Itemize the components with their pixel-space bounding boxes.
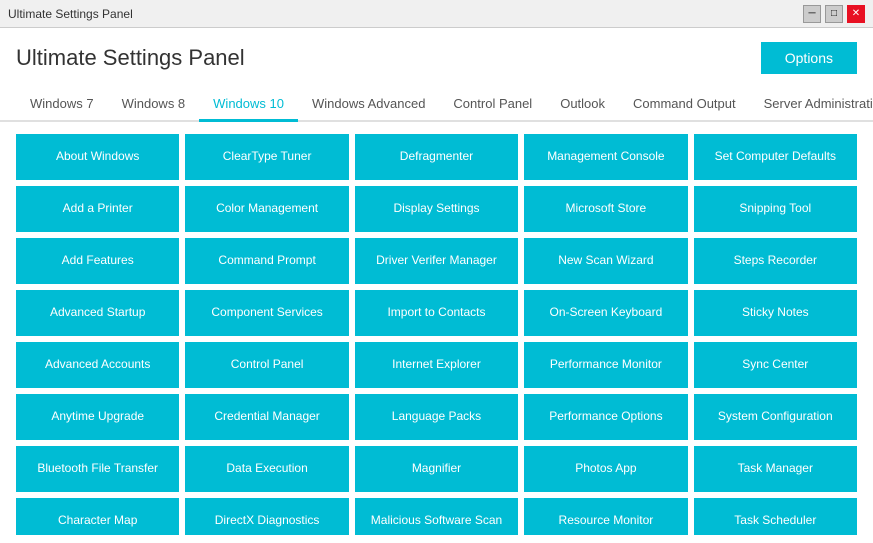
tab-win8[interactable]: Windows 8 (108, 88, 200, 122)
grid-button-34[interactable]: Task Manager (694, 446, 857, 492)
grid-button-30[interactable]: Bluetooth File Transfer (16, 446, 179, 492)
grid-button-32[interactable]: Magnifier (355, 446, 518, 492)
grid-area: About WindowsClearType TunerDefragmenter… (0, 122, 873, 535)
grid-button-9[interactable]: Snipping Tool (694, 186, 857, 232)
tab-controlpanel[interactable]: Control Panel (439, 88, 546, 122)
grid-button-24[interactable]: Sync Center (694, 342, 857, 388)
title-bar-text: Ultimate Settings Panel (8, 7, 133, 21)
minimize-button[interactable]: ─ (803, 5, 821, 23)
grid-button-12[interactable]: Driver Verifer Manager (355, 238, 518, 284)
title-bar-controls: ─ □ ✕ (803, 5, 865, 23)
grid-button-19[interactable]: Sticky Notes (694, 290, 857, 336)
tab-cmdoutput[interactable]: Command Output (619, 88, 750, 122)
app-title: Ultimate Settings Panel (16, 45, 245, 71)
grid-button-8[interactable]: Microsoft Store (524, 186, 687, 232)
grid-button-0[interactable]: About Windows (16, 134, 179, 180)
tab-serveradmin[interactable]: Server Administration (750, 88, 873, 122)
grid-button-36[interactable]: DirectX Diagnostics (185, 498, 348, 535)
grid-button-39[interactable]: Task Scheduler (694, 498, 857, 535)
options-button[interactable]: Options (761, 42, 857, 74)
grid-button-33[interactable]: Photos App (524, 446, 687, 492)
grid-button-18[interactable]: On-Screen Keyboard (524, 290, 687, 336)
grid-button-27[interactable]: Language Packs (355, 394, 518, 440)
grid-button-37[interactable]: Malicious Software Scan (355, 498, 518, 535)
buttons-grid: About WindowsClearType TunerDefragmenter… (16, 134, 857, 535)
grid-button-3[interactable]: Management Console (524, 134, 687, 180)
title-bar: Ultimate Settings Panel ─ □ ✕ (0, 0, 873, 28)
grid-button-25[interactable]: Anytime Upgrade (16, 394, 179, 440)
grid-button-23[interactable]: Performance Monitor (524, 342, 687, 388)
grid-button-1[interactable]: ClearType Tuner (185, 134, 348, 180)
grid-button-6[interactable]: Color Management (185, 186, 348, 232)
grid-button-15[interactable]: Advanced Startup (16, 290, 179, 336)
grid-button-20[interactable]: Advanced Accounts (16, 342, 179, 388)
grid-button-11[interactable]: Command Prompt (185, 238, 348, 284)
grid-button-7[interactable]: Display Settings (355, 186, 518, 232)
grid-button-35[interactable]: Character Map (16, 498, 179, 535)
grid-button-31[interactable]: Data Execution (185, 446, 348, 492)
grid-button-4[interactable]: Set Computer Defaults (694, 134, 857, 180)
grid-button-16[interactable]: Component Services (185, 290, 348, 336)
grid-button-29[interactable]: System Configuration (694, 394, 857, 440)
grid-button-14[interactable]: Steps Recorder (694, 238, 857, 284)
header: Ultimate Settings Panel Options (0, 28, 873, 88)
maximize-button[interactable]: □ (825, 5, 843, 23)
tab-win10[interactable]: Windows 10 (199, 88, 298, 122)
grid-button-22[interactable]: Internet Explorer (355, 342, 518, 388)
tab-winadvanced[interactable]: Windows Advanced (298, 88, 439, 122)
grid-button-10[interactable]: Add Features (16, 238, 179, 284)
grid-button-21[interactable]: Control Panel (185, 342, 348, 388)
grid-button-26[interactable]: Credential Manager (185, 394, 348, 440)
close-button[interactable]: ✕ (847, 5, 865, 23)
grid-button-2[interactable]: Defragmenter (355, 134, 518, 180)
tab-win7[interactable]: Windows 7 (16, 88, 108, 122)
grid-button-5[interactable]: Add a Printer (16, 186, 179, 232)
grid-button-13[interactable]: New Scan Wizard (524, 238, 687, 284)
grid-button-38[interactable]: Resource Monitor (524, 498, 687, 535)
tabs-bar: Windows 7Windows 8Windows 10Windows Adva… (0, 88, 873, 122)
tab-outlook[interactable]: Outlook (546, 88, 619, 122)
grid-button-17[interactable]: Import to Contacts (355, 290, 518, 336)
grid-button-28[interactable]: Performance Options (524, 394, 687, 440)
